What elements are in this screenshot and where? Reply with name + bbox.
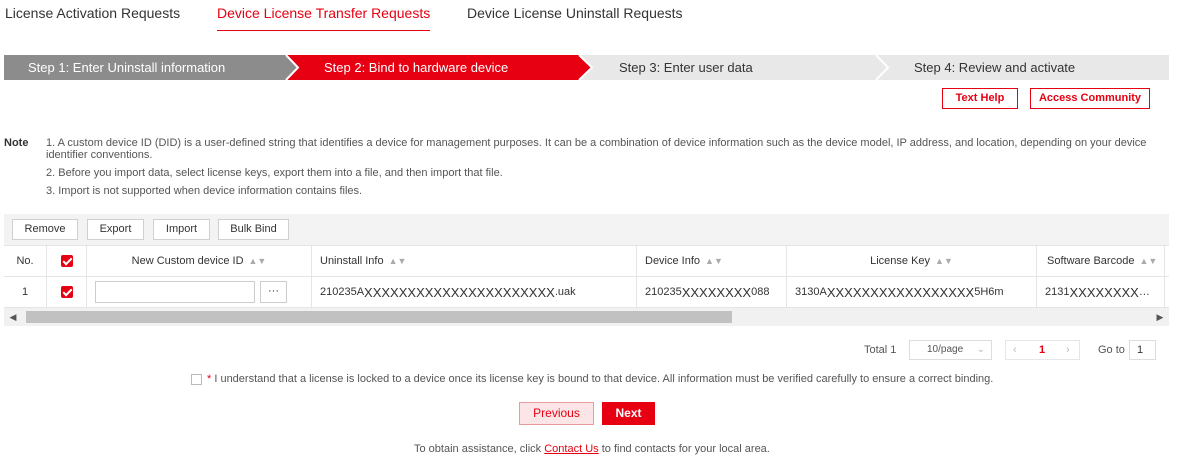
request-tabs: License Activation Requests Device Licen… [0,0,1183,32]
sort-icon: ▲▼ [248,256,267,266]
total-count: Total 1 [864,344,897,356]
tab-device-license-transfer[interactable]: Device License Transfer Requests [217,5,431,31]
step-1-label: Step 1: Enter Uninstall information [28,60,226,75]
step-progress-bar: Step 1: Enter Uninstall information Step… [4,55,1169,80]
note-line-2: 2. Before you import data, select licens… [46,167,503,179]
sort-icon: ▲▼ [388,256,407,266]
header-uninstall-info[interactable]: Uninstall Info ▲▼ [312,246,637,276]
row-no: 1 [4,277,47,307]
previous-button[interactable]: Previous [519,402,594,425]
import-button[interactable]: Import [153,219,210,240]
next-button[interactable]: Next [602,402,655,425]
step-2-label: Step 2: Bind to hardware device [324,60,509,75]
note-line-1-cont: identifier conventions. [46,149,153,161]
note-title: Note [4,137,29,149]
page-size-select[interactable]: 10/page ⌄ [909,340,992,360]
step-3-label: Step 3: Enter user data [619,60,753,75]
prev-page-icon[interactable]: ‹ [1013,340,1017,360]
table-row: 1 ··· 210235A XXXXXXXXXXXXXXXXXXXXXX .uak … [4,277,1169,308]
header-software-barcode[interactable]: Software Barcode ▲▼ [1037,246,1165,276]
row-software-barcode: 2131 XXXXXXXX… [1037,277,1165,307]
assistance-footer: To obtain assistance, click Contact Us t… [414,443,770,455]
sort-icon: ▲▼ [705,256,723,266]
header-device-info[interactable]: Device Info ▲▼ [637,246,787,276]
table-header-row: No. New Custom device ID ▲▼ Uninstall Inf… [4,245,1169,277]
text-help-button[interactable]: Text Help [942,88,1018,109]
chevron-down-icon: ⌄ [976,344,985,355]
next-page-icon[interactable]: › [1066,340,1070,360]
bulk-bind-button[interactable]: Bulk Bind [218,219,289,240]
row-custom-device-id: ··· [87,277,312,307]
select-all-checkbox[interactable] [60,255,73,267]
row-uninstall-info: 210235A XXXXXXXXXXXXXXXXXXXXXX .uak [312,277,637,307]
tab-device-license-uninstall[interactable]: Device License Uninstall Requests [467,5,683,31]
export-button[interactable]: Export [87,219,144,240]
header-select-all [47,246,87,276]
more-options-button[interactable]: ··· [260,281,287,303]
row-checkbox[interactable] [60,286,73,298]
current-page[interactable]: 1 [1039,340,1045,360]
row-device-info: 210235 XXXXXXXX 088 [637,277,787,307]
row-select [47,277,87,307]
scrollbar-thumb[interactable] [26,311,732,323]
agreement-text: * I understand that a license is locked … [207,373,994,385]
goto-page-input[interactable]: 1 [1129,340,1156,360]
page-navigator: ‹ 1 › [1005,340,1080,360]
header-no: No. [4,246,47,276]
horizontal-scrollbar[interactable]: ◀ ▶ [4,308,1169,326]
access-community-button[interactable]: Access Community [1030,88,1150,109]
remove-button[interactable]: Remove [12,219,78,240]
header-custom-device-id[interactable]: New Custom device ID ▲▼ [87,246,312,276]
step-4-label: Step 4: Review and activate [914,60,1076,75]
row-license-key: 3130A XXXXXXXXXXXXXXXXX 5H6m [787,277,1037,307]
goto-label: Go to [1098,344,1125,356]
table-toolbar: Remove Export Import Bulk Bind [4,214,1169,245]
sort-icon: ▲▼ [935,256,953,266]
scroll-right-arrow-icon[interactable]: ▶ [1153,308,1167,326]
header-license-key[interactable]: License Key ▲▼ [787,246,1037,276]
agreement-checkbox[interactable] [191,374,202,385]
note-line-3: 3. Import is not supported when device i… [46,185,363,197]
custom-device-id-input[interactable] [95,281,255,303]
sort-icon: ▲▼ [1139,256,1158,266]
tab-license-activation[interactable]: License Activation Requests [5,5,180,31]
contact-us-link[interactable]: Contact Us [544,443,598,455]
scroll-left-arrow-icon[interactable]: ◀ [6,308,20,326]
note-line-1: 1. A custom device ID (DID) is a user-de… [46,137,1147,149]
